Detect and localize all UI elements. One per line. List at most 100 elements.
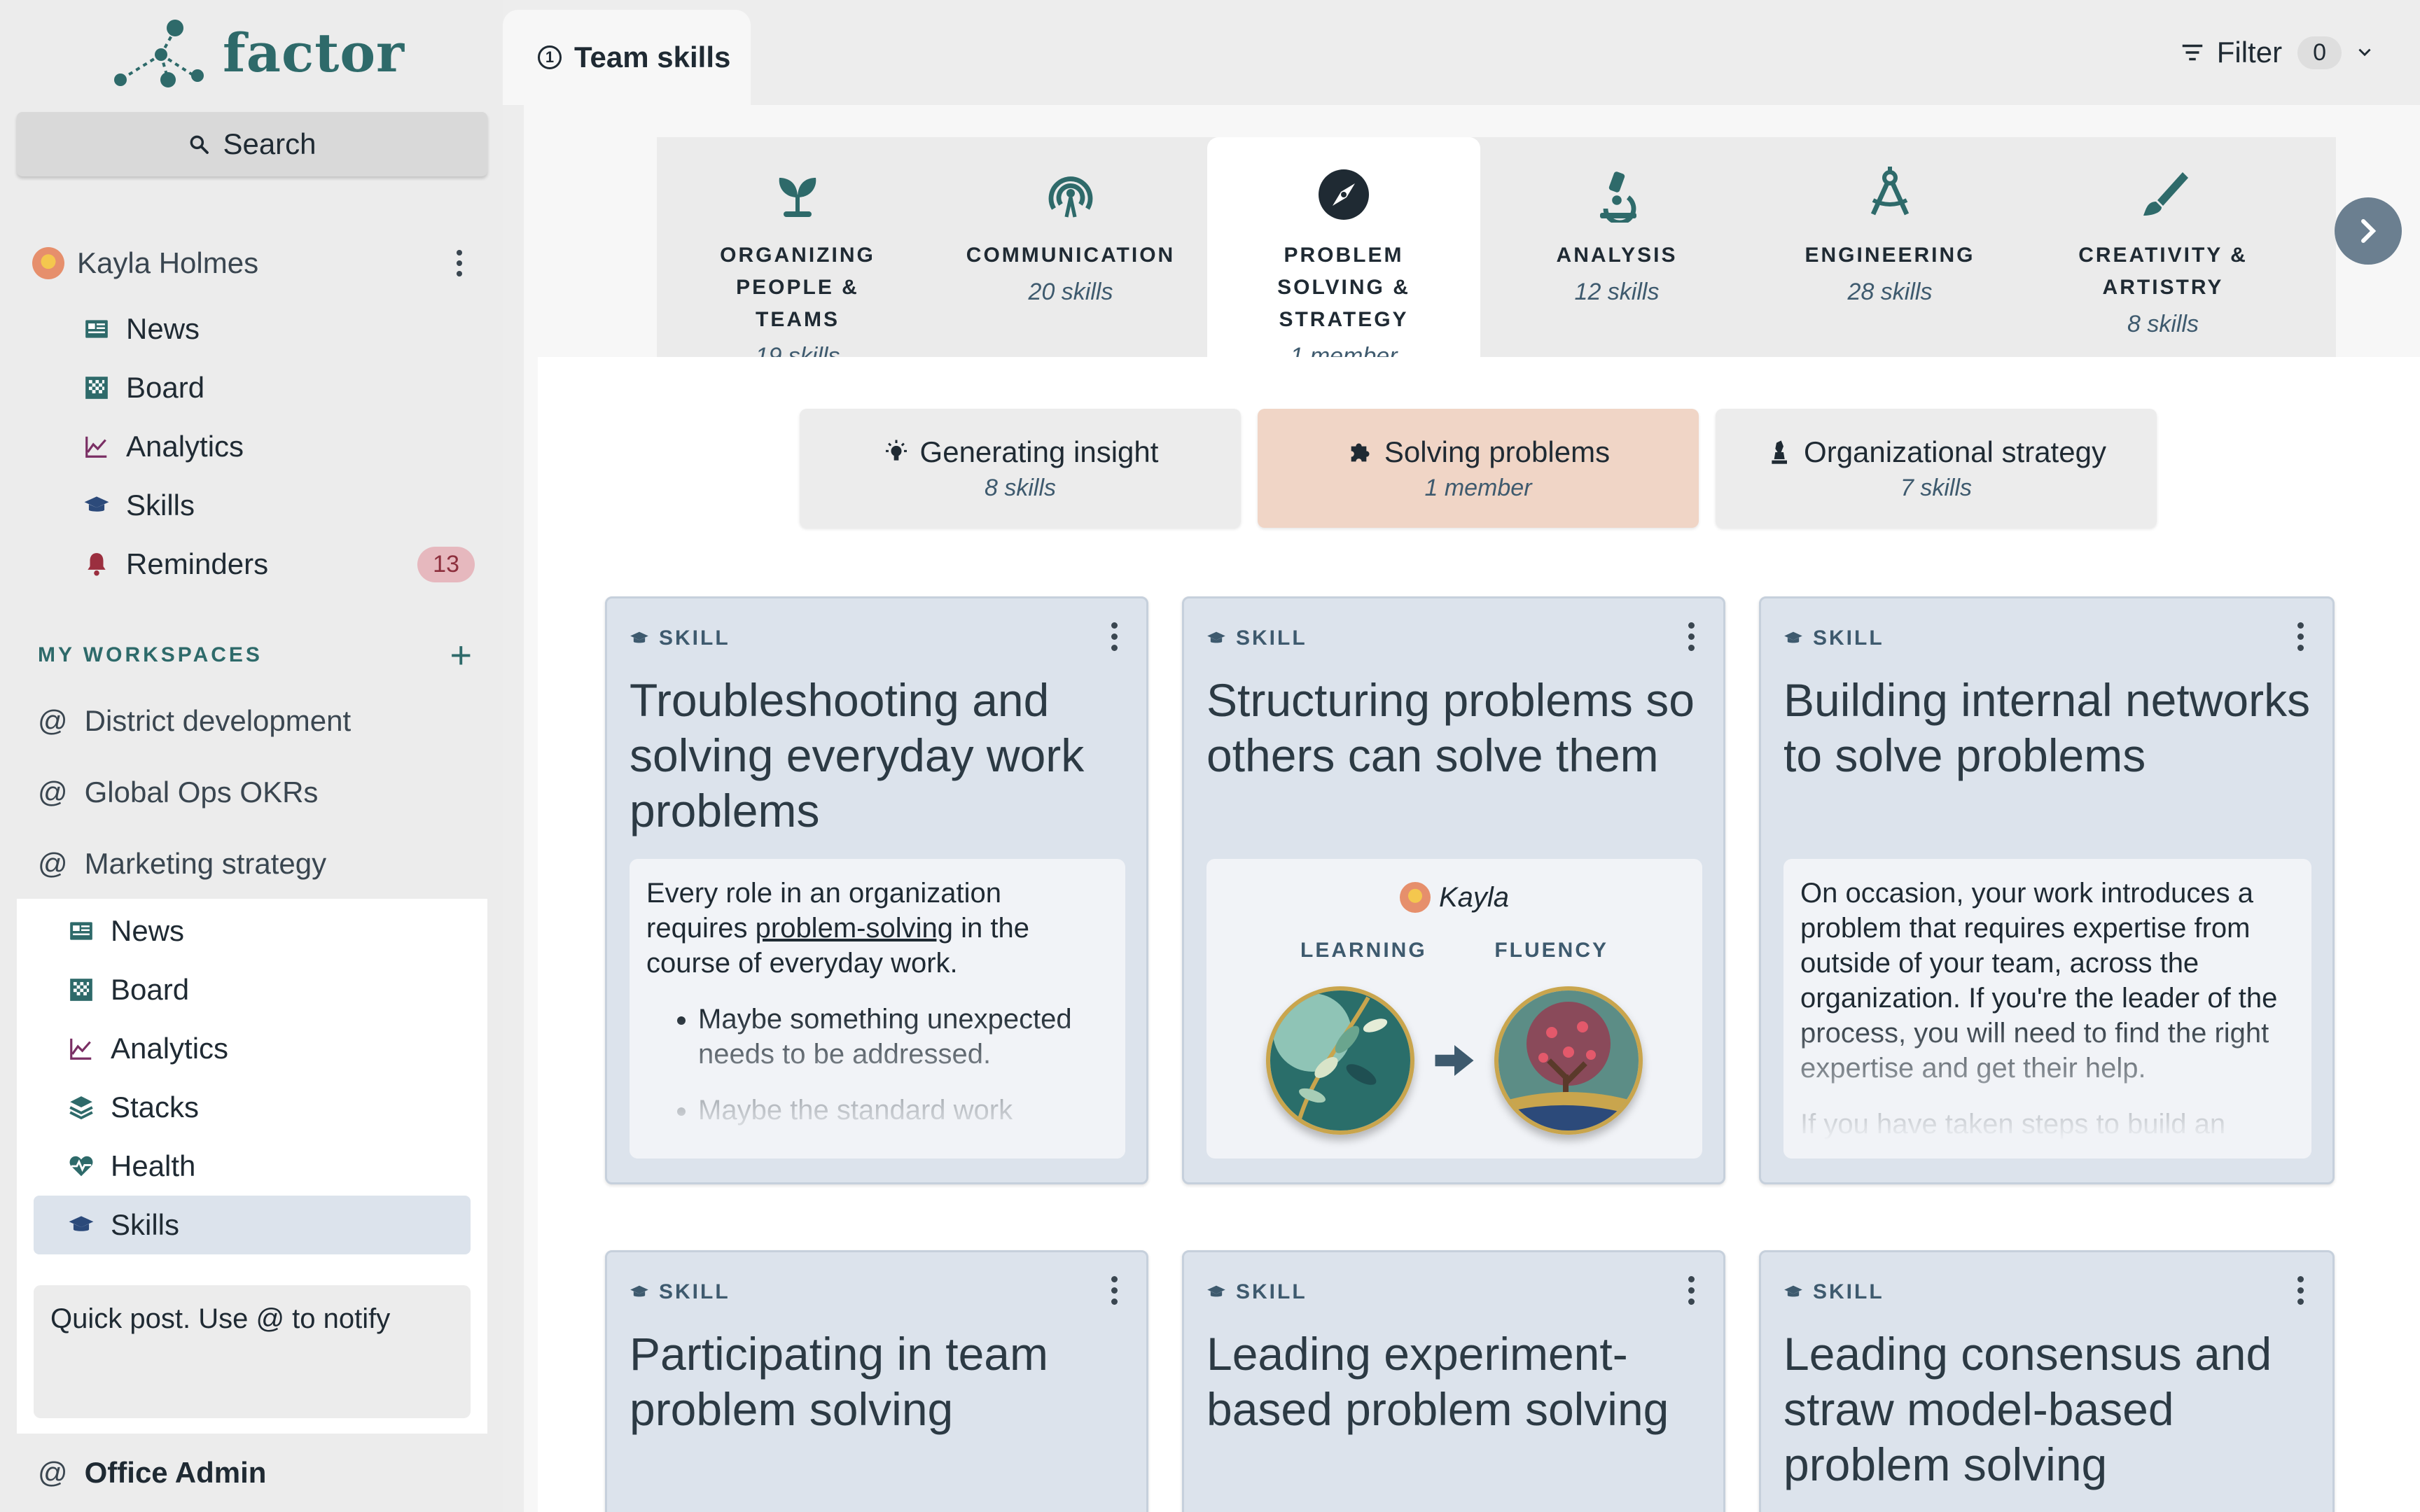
skill-card[interactable]: SKILL Structuring problems so others can… — [1182, 596, 1725, 1184]
sprout-icon — [770, 167, 826, 223]
level-badges — [1266, 986, 1643, 1135]
sidebar-item-news[interactable]: News — [83, 300, 482, 358]
chevron-down-icon — [2358, 48, 2371, 57]
workspace-nav-news[interactable]: News — [67, 902, 473, 960]
tab-label: Team skills — [574, 41, 731, 74]
chess-icon — [1772, 440, 1788, 464]
subcategory-generating-insight[interactable]: Generating insight 8 skills — [800, 409, 1241, 528]
tab-team-skills[interactable]: 1 Team skills — [503, 10, 751, 105]
card-title: Participating in team problem solving — [630, 1328, 1048, 1435]
workspace-nav-health[interactable]: Health — [67, 1137, 473, 1196]
subcategory-solving-problems[interactable]: Solving problems 1 member — [1258, 409, 1699, 528]
card-type-label: SKILL — [630, 1280, 730, 1304]
reminders-count-badge: 13 — [417, 546, 475, 582]
category-engineering[interactable]: ENGINEERING 28 skills — [1753, 137, 2026, 357]
sidebar-item-skills[interactable]: Skills — [83, 476, 482, 535]
category-problem-solving-strategy[interactable]: PROBLEM SOLVING & STRATEGY 1 member — [1207, 137, 1480, 370]
card-title: Structuring problems so others can solve… — [1206, 674, 1695, 781]
card-type-text: SKILL — [1813, 626, 1884, 650]
card-description: On occasion, your work introduces a prob… — [1783, 859, 2311, 1158]
search-label: Search — [223, 127, 317, 160]
workspace-nav-skills[interactable]: Skills — [34, 1196, 471, 1254]
card-title: Building internal networks to solve prob… — [1783, 674, 2311, 781]
user-menu[interactable]: Kayla Holmes — [32, 238, 473, 288]
workspace-nav: News Board Analytics Stacks Health Skill… — [34, 902, 473, 1254]
workspace-nav-stacks[interactable]: Stacks — [67, 1078, 473, 1137]
app-logo[interactable]: factor — [112, 14, 405, 91]
learning-badge-image[interactable] — [1266, 986, 1414, 1135]
broadcast-icon — [1043, 167, 1099, 223]
level-labels: LEARNING FLUENCY — [1300, 933, 1608, 968]
workspace-item-global-ops-okrs[interactable]: @ Global Ops OKRs — [38, 764, 472, 820]
filter-count-badge: 0 — [2297, 36, 2342, 69]
card-more-options-icon[interactable] — [1687, 1276, 1695, 1305]
sidebar-item-board[interactable]: Board — [83, 358, 482, 417]
search-button[interactable]: Search — [17, 112, 487, 176]
workspaces-heading: MY WORKSPACES — [38, 643, 263, 666]
workspace-nav-analytics[interactable]: Analytics — [67, 1019, 473, 1078]
skills-icon — [630, 1285, 648, 1297]
subcategory-organizational-strategy[interactable]: Organizational strategy 7 skills — [1716, 409, 2157, 528]
category-creativity-artistry[interactable]: CREATIVITY & ARTISTRY 8 skills — [2026, 137, 2300, 357]
workspace-subnav-panel: News Board Analytics Stacks Health Skill… — [17, 899, 487, 1434]
avatar — [32, 247, 64, 279]
skill-card[interactable]: SKILL Leading experiment-based problem s… — [1182, 1250, 1725, 1512]
sidebar-item-reminders[interactable]: Reminders 13 — [83, 535, 482, 594]
sidebar-item-analytics[interactable]: Analytics — [83, 417, 482, 476]
subcategory-title: Generating insight — [882, 435, 1159, 469]
skill-card[interactable]: SKILL Troubleshooting and solving everyd… — [605, 596, 1148, 1184]
category-organizing-people-teams[interactable]: ORGANIZING PEOPLE & TEAMS 19 skills — [661, 137, 934, 370]
skills-icon — [1784, 631, 1802, 643]
quick-post-input[interactable]: Quick post. Use @ to notify — [34, 1285, 471, 1418]
puzzle-icon — [1351, 443, 1370, 461]
subcategory-label: Generating insight — [919, 435, 1159, 468]
analytics-icon — [83, 433, 111, 461]
more-options-icon[interactable] — [445, 250, 473, 276]
add-workspace-button[interactable]: + — [450, 634, 472, 677]
filter-button[interactable]: Filter 0 — [2179, 28, 2385, 77]
member-row[interactable]: Kayla — [1399, 880, 1509, 915]
subcategory-label: Organizational strategy — [1804, 435, 2106, 468]
news-icon — [83, 315, 111, 343]
fluency-badge-image[interactable] — [1494, 986, 1643, 1135]
card-title: Leading experiment-based problem solving — [1206, 1328, 1669, 1435]
category-analysis[interactable]: ANALYSIS 12 skills — [1480, 137, 1753, 357]
card-more-options-icon[interactable] — [2296, 622, 2304, 651]
subcategory-count: 1 member — [1424, 474, 1532, 501]
skill-card[interactable]: SKILL Building internal networks to solv… — [1759, 596, 2335, 1184]
next-categories-button[interactable] — [2335, 197, 2402, 265]
skill-card[interactable]: SKILL Leading consensus and straw model-… — [1759, 1250, 2335, 1512]
search-icon — [190, 135, 209, 154]
skill-card[interactable]: SKILL Participating in team problem solv… — [605, 1250, 1148, 1512]
card-more-options-icon[interactable] — [2296, 1276, 2304, 1305]
category-name: ENGINEERING — [1804, 244, 1975, 267]
card-type-text: SKILL — [1236, 626, 1307, 650]
category-name: ANALYSIS — [1556, 244, 1678, 267]
filter-icon — [2182, 44, 2202, 61]
workspace-item-district-development[interactable]: @ District development — [38, 693, 472, 749]
workspace-nav-label: Stacks — [111, 1091, 200, 1124]
card-type-text: SKILL — [659, 1280, 730, 1303]
sidebar-item-label: News — [126, 312, 200, 345]
workspace-item-marketing-strategy[interactable]: @ Marketing strategy — [38, 836, 472, 892]
card-intro: Every role in an organization requires p… — [646, 876, 1108, 981]
workspace-item-office-admin[interactable]: @ Office Admin — [38, 1445, 266, 1501]
bell-icon — [83, 550, 111, 578]
paintbrush-icon — [2135, 167, 2191, 223]
drafting-compass-icon — [1862, 167, 1918, 223]
card-more-options-icon[interactable] — [1110, 1276, 1118, 1305]
card-type-label: SKILL — [1206, 1280, 1307, 1304]
workspace-nav-label: News — [111, 914, 185, 947]
card-more-options-icon[interactable] — [1110, 622, 1118, 651]
chevron-right-icon — [2361, 219, 2377, 243]
card-more-options-icon[interactable] — [1687, 622, 1695, 651]
at-icon: @ — [38, 776, 68, 808]
category-communication[interactable]: COMMUNICATION 20 skills — [934, 137, 1207, 357]
health-icon — [67, 1152, 95, 1180]
problem-solving-link[interactable]: problem-solving — [756, 913, 953, 944]
subcategory-count: 8 skills — [984, 474, 1057, 501]
app-name: factor — [223, 21, 405, 84]
workspace-nav-board[interactable]: Board — [67, 960, 473, 1019]
skills-icon — [630, 631, 648, 643]
at-icon: @ — [38, 1456, 68, 1489]
